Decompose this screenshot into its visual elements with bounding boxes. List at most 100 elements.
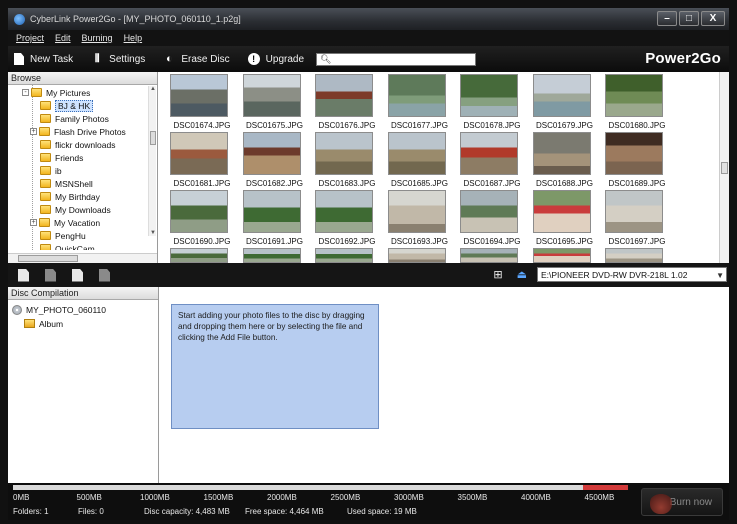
photo-thumbnail[interactable]: DSC01677.JPG xyxy=(385,74,455,132)
tree-item[interactable]: QuickCam xyxy=(40,242,95,250)
photo-image-partial[interactable] xyxy=(532,248,591,263)
menu-burning[interactable]: Burning xyxy=(82,33,113,43)
photo-thumbnail[interactable]: DSC01689.JPG xyxy=(602,132,672,190)
photo-thumbnail[interactable]: DSC01682.JPG xyxy=(240,132,310,190)
add-file-icon[interactable] xyxy=(18,268,29,282)
photo-thumbnail[interactable]: DSC01691.JPG xyxy=(240,190,310,248)
menu-project[interactable]: Project xyxy=(16,33,44,43)
settings-icon: ⫴ xyxy=(94,52,100,65)
new-task-button[interactable]: New Task xyxy=(14,53,73,65)
upgrade-button[interactable]: ! Upgrade xyxy=(247,53,304,65)
capacity-ticks: 0MB 500MB 1000MB 1500MB 2000MB 2500MB 3000MB 35… xyxy=(13,493,633,503)
photo-thumbnail[interactable]: DSC01697.JPG xyxy=(602,190,672,248)
drop-zone-hint[interactable]: Start adding your photo files to the dis… xyxy=(171,304,379,429)
photo-image xyxy=(387,190,446,233)
photo-image xyxy=(605,132,663,175)
new-task-icon xyxy=(14,53,24,65)
photo-image-partial[interactable] xyxy=(315,248,373,263)
collapse-icon[interactable]: - xyxy=(22,89,29,96)
thumbnail-scrollbar[interactable] xyxy=(719,72,729,263)
folder-icon xyxy=(40,101,51,110)
folder-icon xyxy=(40,205,51,214)
tree-item[interactable]: My Birthday xyxy=(40,190,100,203)
tree-item[interactable]: PengHu xyxy=(40,229,86,242)
photo-filename: DSC01689.JPG xyxy=(608,179,666,188)
drive-controls: ⊞ ⏏ E:\PIONEER DVD-RW DVR-218L 1.02 ▼ xyxy=(493,267,727,282)
thumbnail-scroll-thumb[interactable] xyxy=(721,162,728,174)
tree-vertical-scrollbar[interactable]: ▲ ▼ xyxy=(148,86,156,236)
photo-image-partial[interactable] xyxy=(242,248,301,263)
photo-thumbnail[interactable]: DSC01692.JPG xyxy=(312,190,382,248)
settings-button[interactable]: ⫴ Settings xyxy=(91,53,145,65)
disc-node[interactable]: MY_PHOTO_060110 xyxy=(12,303,106,316)
menu-help[interactable]: Help xyxy=(124,33,143,43)
photo-thumbnail[interactable]: DSC01693.JPG xyxy=(385,190,455,248)
photo-image xyxy=(315,190,373,233)
remove-file-icon[interactable] xyxy=(45,268,56,282)
tree-hscroll-thumb[interactable] xyxy=(18,255,78,262)
tree-item[interactable]: ib xyxy=(40,164,62,177)
photo-image-partial[interactable] xyxy=(605,248,663,263)
photo-image-partial[interactable] xyxy=(170,248,228,263)
photo-thumbnail[interactable]: DSC01690.JPG xyxy=(167,190,237,248)
info-icon: ! xyxy=(247,53,260,65)
photo-thumbnail[interactable]: DSC01678.JPG xyxy=(457,74,527,132)
view-mode-icon[interactable]: ⊞ xyxy=(493,268,502,281)
folder-icon xyxy=(40,153,51,162)
folder-icon xyxy=(40,114,51,123)
tree-item-label: QuickCam xyxy=(55,243,95,251)
tree-item[interactable]: MSNShell xyxy=(40,177,93,190)
tree-item[interactable]: flickr downloads xyxy=(40,138,115,151)
photo-thumbnail[interactable]: DSC01674.JPG xyxy=(167,74,237,132)
tree-item[interactable]: - My Pictures xyxy=(22,86,90,99)
photo-thumbnail[interactable]: DSC01685.JPG xyxy=(385,132,455,190)
tree-item[interactable]: BJ & HK xyxy=(40,99,94,112)
photo-thumbnail[interactable]: DSC01681.JPG xyxy=(167,132,237,190)
tree-scroll-thumb[interactable] xyxy=(150,131,156,145)
search-input[interactable]: 🔍︎ xyxy=(316,52,477,66)
photo-thumbnail[interactable]: DSC01676.JPG xyxy=(312,74,382,132)
tree-item[interactable]: My Downloads xyxy=(40,203,111,216)
photo-thumbnail[interactable]: DSC01680.JPG xyxy=(602,74,672,132)
photo-image xyxy=(170,190,228,233)
maximize-button[interactable]: □ xyxy=(679,11,699,26)
folder-icon xyxy=(39,218,50,227)
brand-logo: Power2Go xyxy=(645,50,721,67)
expand-icon[interactable]: + xyxy=(30,128,37,135)
tree-item[interactable]: Family Photos xyxy=(40,112,109,125)
photo-thumbnail[interactable]: DSC01679.JPG xyxy=(530,74,600,132)
photo-thumbnail[interactable]: DSC01695.JPG xyxy=(530,190,600,248)
scroll-up-icon[interactable]: ▲ xyxy=(149,86,157,92)
browse-area: Browse - My Pictures BJ & HK Family Photos +… xyxy=(8,72,729,263)
drive-select[interactable]: E:\PIONEER DVD-RW DVR-218L 1.02 ▼ xyxy=(537,267,727,282)
tree-item[interactable]: Friends xyxy=(40,151,83,164)
eject-icon[interactable]: ⏏ xyxy=(517,268,527,281)
photo-thumbnail[interactable]: DSC01675.JPG xyxy=(240,74,310,132)
minimize-button[interactable]: – xyxy=(657,11,677,26)
tree-item[interactable]: + Flash Drive Photos xyxy=(30,125,126,138)
tree-item-label: My Pictures xyxy=(46,87,91,98)
expand-icon[interactable]: + xyxy=(30,219,37,226)
erase-disc-button[interactable]: ◐ Erase Disc xyxy=(163,53,230,65)
close-button[interactable]: X xyxy=(701,11,725,26)
photo-image xyxy=(242,132,301,175)
scroll-down-icon[interactable]: ▼ xyxy=(149,230,157,236)
photo-image-partial[interactable] xyxy=(387,248,446,263)
burn-now-button[interactable]: Burn now xyxy=(641,488,723,516)
photo-thumbnail[interactable]: DSC01687.JPG xyxy=(457,132,527,190)
properties-icon[interactable] xyxy=(99,268,110,282)
album-node[interactable]: Album xyxy=(24,317,63,330)
photo-thumbnail[interactable]: DSC01694.JPG xyxy=(457,190,527,248)
tree-horizontal-scrollbar[interactable] xyxy=(8,253,157,263)
photo-image xyxy=(460,190,518,233)
photo-filename: DSC01690.JPG xyxy=(173,237,231,246)
photo-thumbnail[interactable]: DSC01688.JPG xyxy=(530,132,600,190)
photo-filename: DSC01694.JPG xyxy=(463,237,521,246)
title-bar[interactable]: CyberLink Power2Go - [MY_PHOTO_060110_1.… xyxy=(8,8,729,30)
tree-item[interactable]: + My Vacation xyxy=(30,216,100,229)
photo-image-partial[interactable] xyxy=(460,248,518,263)
photo-thumbnail[interactable]: DSC01683.JPG xyxy=(312,132,382,190)
add-folder-icon[interactable] xyxy=(72,268,83,282)
menu-edit[interactable]: Edit xyxy=(55,33,71,43)
new-task-label: New Task xyxy=(30,53,74,65)
